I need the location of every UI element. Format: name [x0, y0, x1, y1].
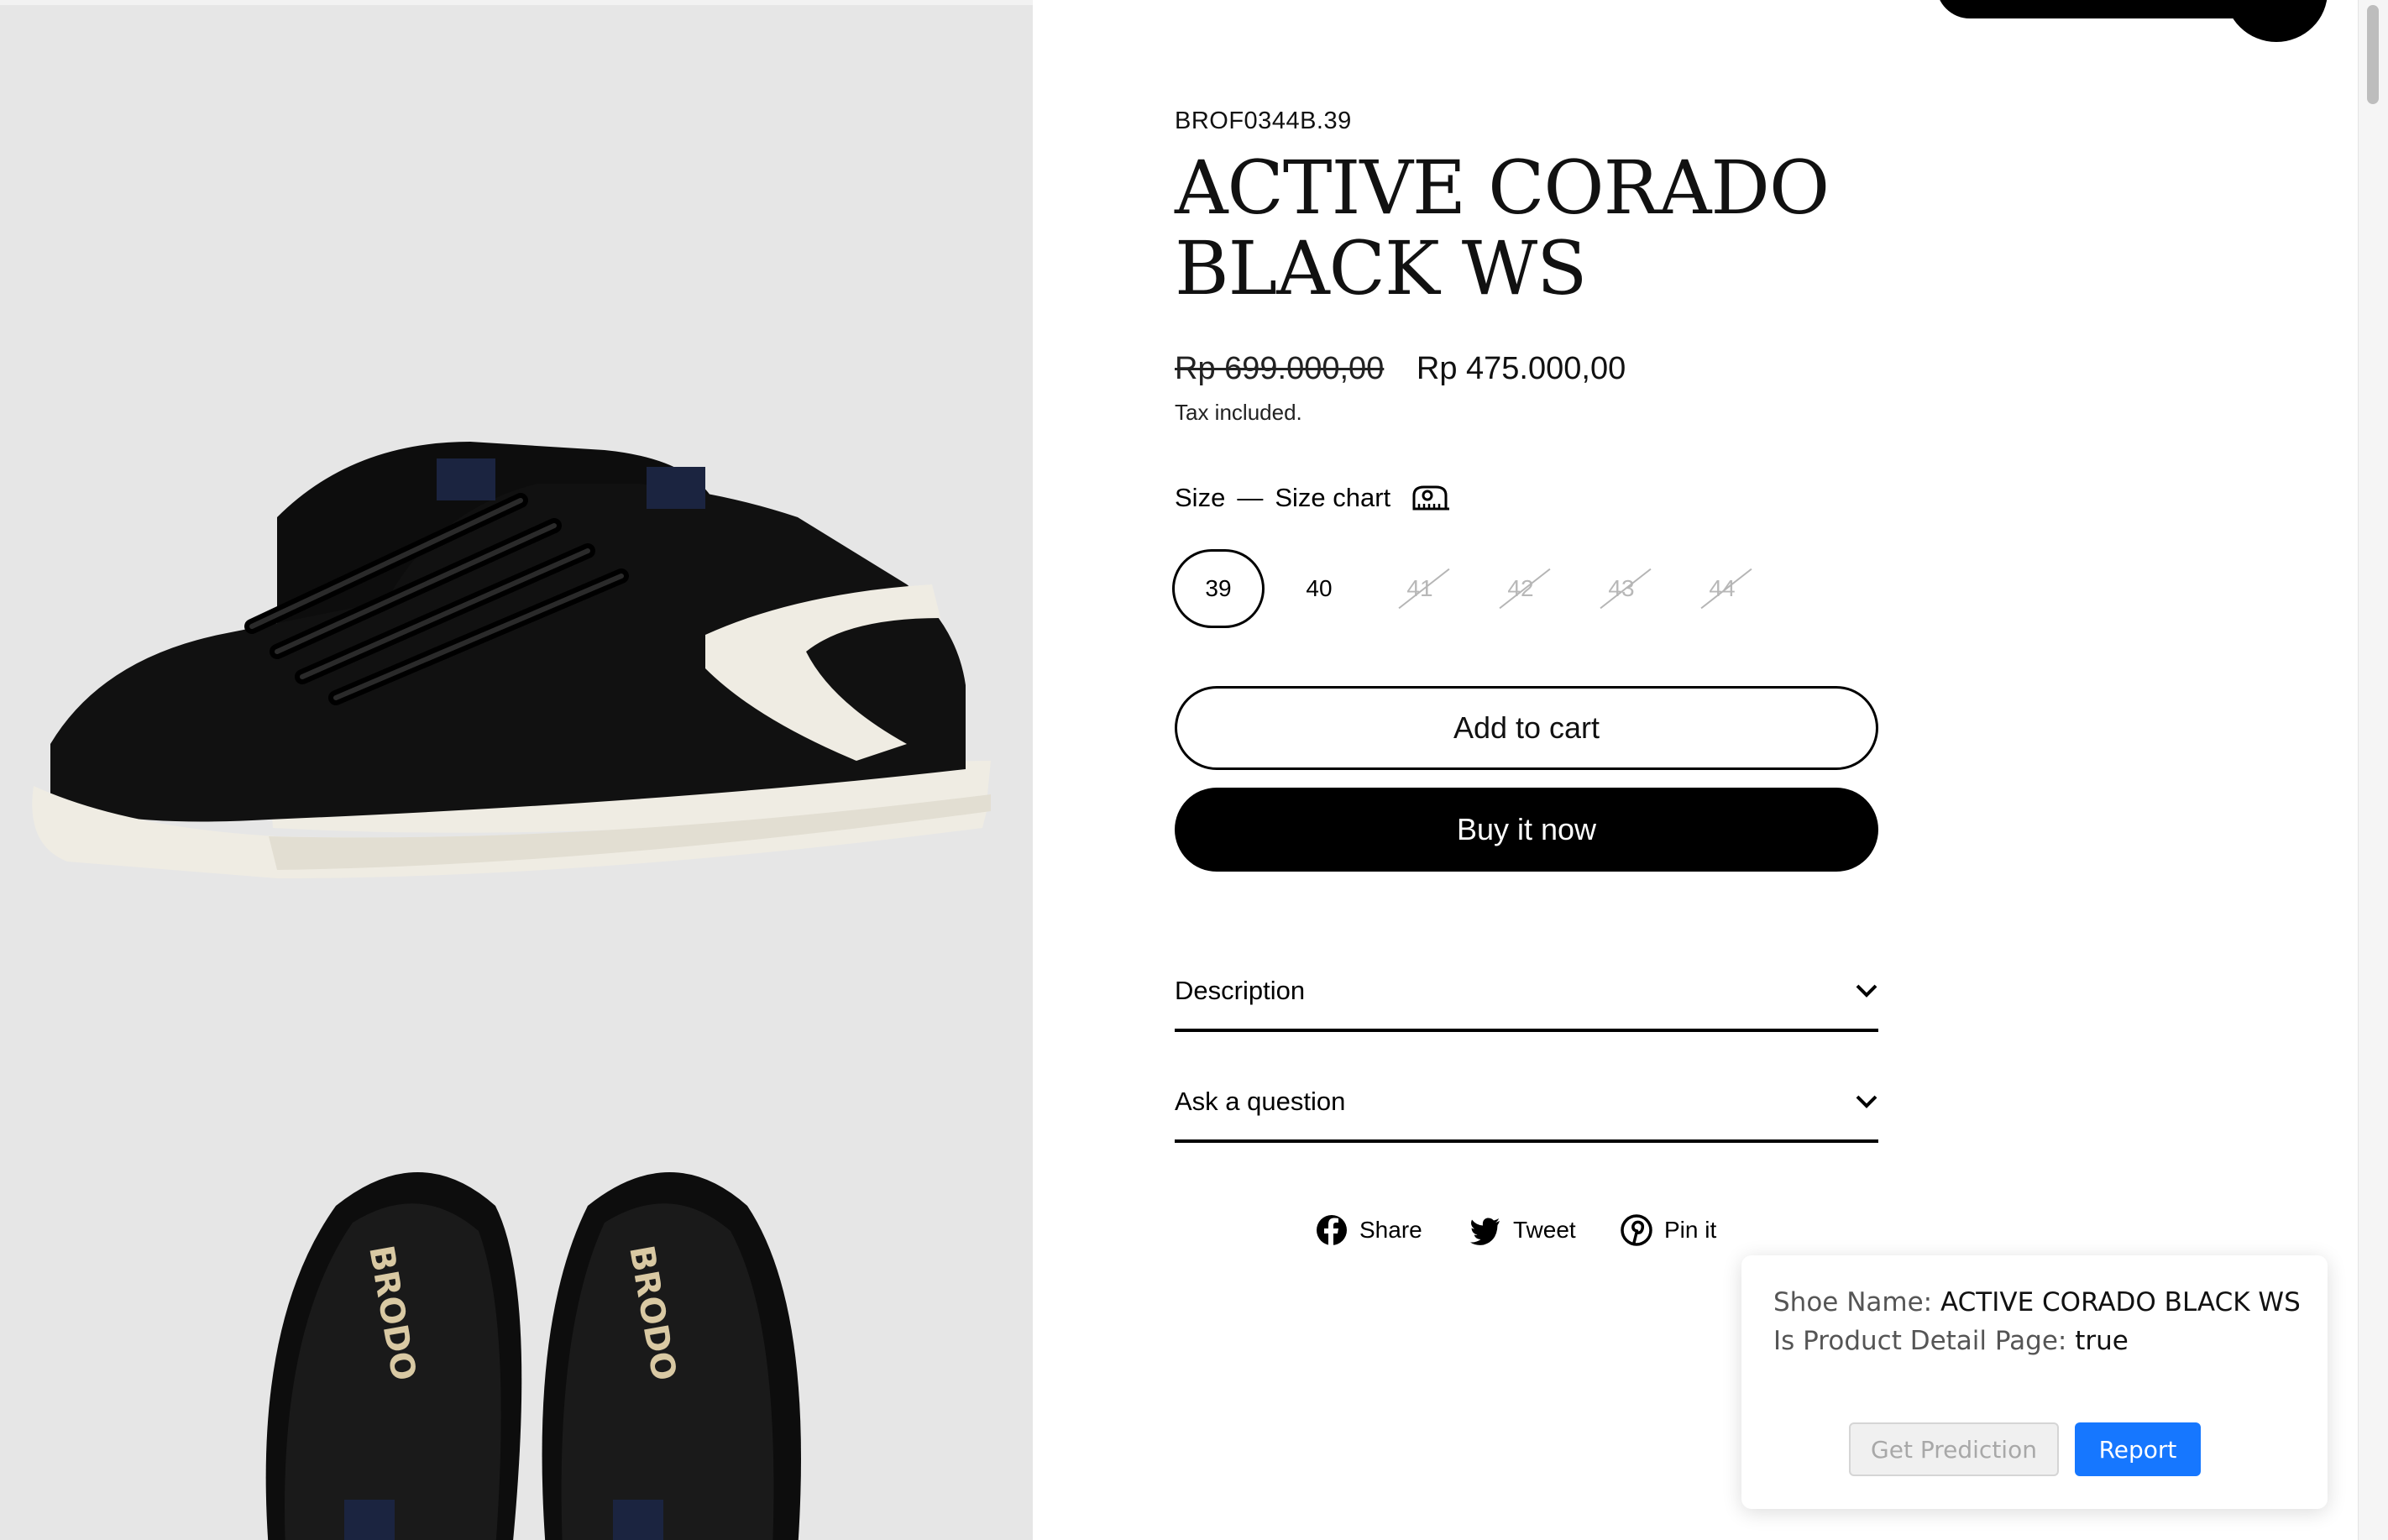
floating-circle-button[interactable] [2225, 0, 2328, 42]
scrollbar-thumb[interactable] [2367, 5, 2379, 104]
facebook-icon [1317, 1215, 1347, 1246]
pinterest-icon [1621, 1214, 1652, 1246]
pdp-row: Is Product Detail Page: true [1773, 1326, 2129, 1356]
ask-question-accordion[interactable]: Ask a question [1175, 1064, 1878, 1143]
ask-question-accordion-label: Ask a question [1175, 1087, 1346, 1116]
size-label: Size [1175, 483, 1226, 512]
product-image-top-view[interactable]: BRODO BRODO [235, 1155, 823, 1540]
pdp-value: true [2075, 1326, 2129, 1356]
add-to-cart-button[interactable]: Add to cart [1175, 686, 1878, 770]
facebook-share-link[interactable]: Share [1316, 1214, 1422, 1246]
pin-label: Pin it [1664, 1217, 1717, 1243]
ruler-icon[interactable] [1411, 484, 1451, 512]
size-separator: — [1237, 483, 1264, 512]
twitter-share-link[interactable]: Tweet [1469, 1214, 1576, 1246]
product-title: ACTIVE CORADO BLACK WS [1175, 144, 1830, 312]
extension-popup: Shoe Name: ACTIVE CORADO BLACK WS Is Pro… [1741, 1255, 2328, 1509]
size-option-43[interactable]: 43 [1575, 549, 1668, 628]
chevron-down-icon [1856, 984, 1877, 998]
tweet-label: Tweet [1513, 1217, 1576, 1243]
description-accordion[interactable]: Description [1175, 953, 1878, 1032]
pdp-label: Is Product Detail Page: [1773, 1326, 2067, 1356]
shoe-name-row: Shoe Name: ACTIVE CORADO BLACK WS [1773, 1287, 2301, 1317]
price-row: Rp 699.000,00 Rp 475.000,00 [1175, 351, 1626, 387]
buy-now-button[interactable]: Buy it now [1175, 788, 1878, 872]
size-option-44[interactable]: 44 [1676, 549, 1768, 628]
floating-pill-button[interactable] [1936, 0, 2272, 18]
share-label: Share [1359, 1217, 1422, 1243]
sale-price: Rp 475.000,00 [1416, 351, 1626, 386]
product-page: BRODO BRODO BROF0344B.39 ACTIVE CORADO B… [0, 0, 2388, 1540]
tax-note: Tax included. [1175, 400, 1302, 425]
size-label-row: Size — Size chart [1175, 483, 1451, 513]
product-sku: BROF0344B.39 [1175, 107, 1352, 134]
size-option-40[interactable]: 40 [1273, 549, 1365, 628]
pinterest-share-link[interactable]: Pin it [1621, 1214, 1716, 1246]
product-image-side-view[interactable] [0, 408, 1033, 962]
size-chart-link[interactable]: Size chart [1275, 483, 1390, 513]
shoe-name-label: Shoe Name: [1773, 1287, 1933, 1317]
description-accordion-label: Description [1175, 976, 1306, 1005]
size-option-41[interactable]: 41 [1374, 549, 1466, 628]
original-price: Rp 699.000,00 [1175, 351, 1385, 386]
twitter-icon [1470, 1218, 1500, 1245]
get-prediction-button[interactable]: Get Prediction [1849, 1422, 2059, 1476]
chevron-down-icon [1856, 1095, 1877, 1108]
page-scrollbar[interactable] [2358, 0, 2388, 1540]
product-gallery[interactable]: BRODO BRODO [0, 5, 1033, 1540]
size-option-39[interactable]: 39 [1172, 549, 1265, 628]
size-option-42[interactable]: 42 [1474, 549, 1567, 628]
shoe-name-value: ACTIVE CORADO BLACK WS [1940, 1287, 2301, 1317]
report-button[interactable]: Report [2075, 1422, 2201, 1476]
